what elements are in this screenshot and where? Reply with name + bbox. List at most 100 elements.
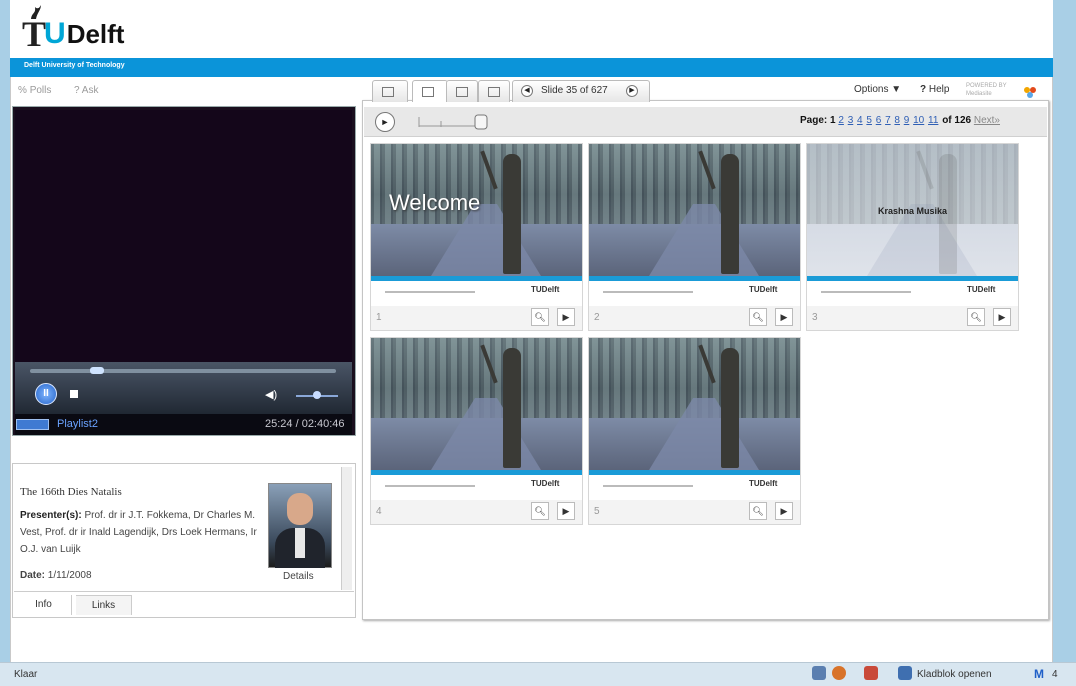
logo-delft: Delft <box>66 19 125 49</box>
playlist-tag-icon[interactable] <box>16 419 49 430</box>
date-value: 1/11/2008 <box>47 570 92 581</box>
slider-track-icon <box>418 114 488 130</box>
slide-logo: TUDelft <box>531 479 560 488</box>
play-from-slide-button[interactable]: ▶ <box>557 502 575 520</box>
pager: Page: 1 2 3 4 5 6 7 8 9 10 11 of 126 Nex… <box>800 115 1001 126</box>
view-single-button[interactable] <box>372 80 408 102</box>
pager-total: of 126 <box>942 115 972 126</box>
next-page-link[interactable]: Next» <box>974 115 1000 126</box>
slide-number: 5 <box>594 506 600 517</box>
play-from-slide-button[interactable]: ▶ <box>775 502 793 520</box>
volume-icon[interactable]: ◀) <box>265 388 277 401</box>
slide-thumbnail[interactable]: Krashna Musika TUDelft 3 🔍︎ ▶ <box>806 143 1019 331</box>
university-band: Delft University of Technology <box>10 58 1053 77</box>
view-split-button[interactable] <box>446 80 478 102</box>
sync-slides-button[interactable]: ► <box>375 112 395 132</box>
seek-bar[interactable] <box>30 369 336 373</box>
kladblok-button[interactable]: Kladblok openen <box>917 669 992 680</box>
slide-thumbnail[interactable]: TUDelft 5 🔍︎ ▶ <box>588 337 801 525</box>
logo-u: U <box>44 17 66 50</box>
browser-statusbar <box>0 662 1076 686</box>
page-link[interactable]: 8 <box>894 115 900 126</box>
video-area[interactable] <box>15 110 352 362</box>
slide-image[interactable]: Welcome <box>371 144 582 276</box>
split-view-icon <box>456 87 468 97</box>
slide-number: 4 <box>376 506 382 517</box>
zoom-slide-button[interactable]: 🔍︎ <box>749 502 767 520</box>
pause-icon: II <box>43 388 49 399</box>
powered-by-logo: POWERED BY Mediasite <box>966 83 1007 97</box>
page-link[interactable]: 7 <box>885 115 891 126</box>
thumbnail-size-slider[interactable] <box>417 113 495 131</box>
help-button[interactable]: ? Help <box>920 84 949 95</box>
page-link[interactable]: 10 <box>913 115 924 126</box>
page-link[interactable]: 6 <box>876 115 882 126</box>
zoom-slide-button[interactable]: 🔍︎ <box>531 502 549 520</box>
page-link[interactable]: 9 <box>904 115 910 126</box>
slide-image[interactable]: Krashna Musika <box>807 144 1018 276</box>
notepad-icon[interactable] <box>898 666 912 680</box>
time-readout: 25:24 / 02:40:46 <box>265 418 345 430</box>
play-from-slide-button[interactable]: ▶ <box>993 308 1011 326</box>
chevron-right-icon: ▶ <box>629 87 635 94</box>
slide-logo: TUDelft <box>967 285 996 294</box>
slide-thumbnail[interactable]: TUDelft 2 🔍︎ ▶ <box>588 143 801 331</box>
zoom-slide-button[interactable]: 🔍︎ <box>749 308 767 326</box>
magnifier-icon: 🔍︎ <box>534 312 546 322</box>
presentation-date: Date: 1/11/2008 <box>20 570 92 581</box>
sync-icon: ► <box>380 117 390 127</box>
slide-image[interactable] <box>371 338 582 470</box>
play-from-slide-button[interactable]: ▶ <box>557 308 575 326</box>
details-link[interactable]: Details <box>283 571 314 582</box>
addon-icon[interactable] <box>864 666 878 680</box>
slide-image[interactable] <box>589 338 800 470</box>
slide-number: 3 <box>812 312 818 323</box>
slide-number: 1 <box>376 312 382 323</box>
page-link[interactable]: 2 <box>838 115 844 126</box>
current-page: 1 <box>830 115 836 126</box>
chevron-left-icon: ◀ <box>524 87 530 94</box>
pause-button[interactable]: II <box>35 383 57 405</box>
firefox-icon[interactable] <box>832 666 846 680</box>
grid-view-icon <box>422 87 434 97</box>
tab-links[interactable]: Links <box>76 595 132 615</box>
page-link[interactable]: 5 <box>866 115 872 126</box>
magnifier-icon: 🔍︎ <box>752 312 764 322</box>
network-icon[interactable] <box>812 666 826 680</box>
page-link[interactable]: 11 <box>928 115 938 126</box>
tab-info[interactable]: Info <box>16 595 72 615</box>
question-icon: ? <box>74 85 80 96</box>
ask-label: Ask <box>81 85 99 96</box>
pager-label: Page: <box>800 115 828 126</box>
stop-button[interactable] <box>70 390 78 398</box>
next-slide-button[interactable]: ▶ <box>626 85 638 97</box>
play-icon: ▶ <box>562 312 570 322</box>
university-subtitle: Delft University of Technology <box>24 62 125 69</box>
options-menu[interactable]: Options ▼ <box>854 84 901 95</box>
zoom-slide-button[interactable]: 🔍︎ <box>531 308 549 326</box>
page-link[interactable]: 3 <box>848 115 854 126</box>
play-icon: ▶ <box>780 312 788 322</box>
play-from-slide-button[interactable]: ▶ <box>775 308 793 326</box>
prev-slide-button[interactable]: ◀ <box>521 85 533 97</box>
playlist-label[interactable]: Playlist2 <box>57 418 98 430</box>
info-scrollbar[interactable] <box>341 467 352 590</box>
gmail-icon[interactable]: M <box>1034 667 1044 681</box>
slide-counter: Slide 35 of 627 <box>541 85 608 96</box>
ask-button[interactable]: ? Ask <box>74 85 98 96</box>
slide-thumbnail[interactable]: Welcome TUDelft 1 🔍︎ ▶ <box>370 143 583 331</box>
page-link[interactable]: 4 <box>857 115 863 126</box>
list-view-icon <box>488 87 500 97</box>
seek-thumb[interactable] <box>90 367 105 374</box>
view-list-button[interactable] <box>478 80 510 102</box>
gmail-count: 4 <box>1052 669 1058 680</box>
slide-image[interactable] <box>589 144 800 276</box>
polls-button[interactable]: % Polls <box>18 85 51 96</box>
zoom-slide-button[interactable]: 🔍︎ <box>967 308 985 326</box>
slide-thumbnail[interactable]: TUDelft 4 🔍︎ ▶ <box>370 337 583 525</box>
slide-title: Welcome <box>389 190 481 215</box>
volume-thumb[interactable] <box>313 391 321 399</box>
header <box>10 0 1053 58</box>
tudelft-logo[interactable]: T U Delft <box>22 6 124 52</box>
view-grid-button[interactable] <box>412 80 448 102</box>
